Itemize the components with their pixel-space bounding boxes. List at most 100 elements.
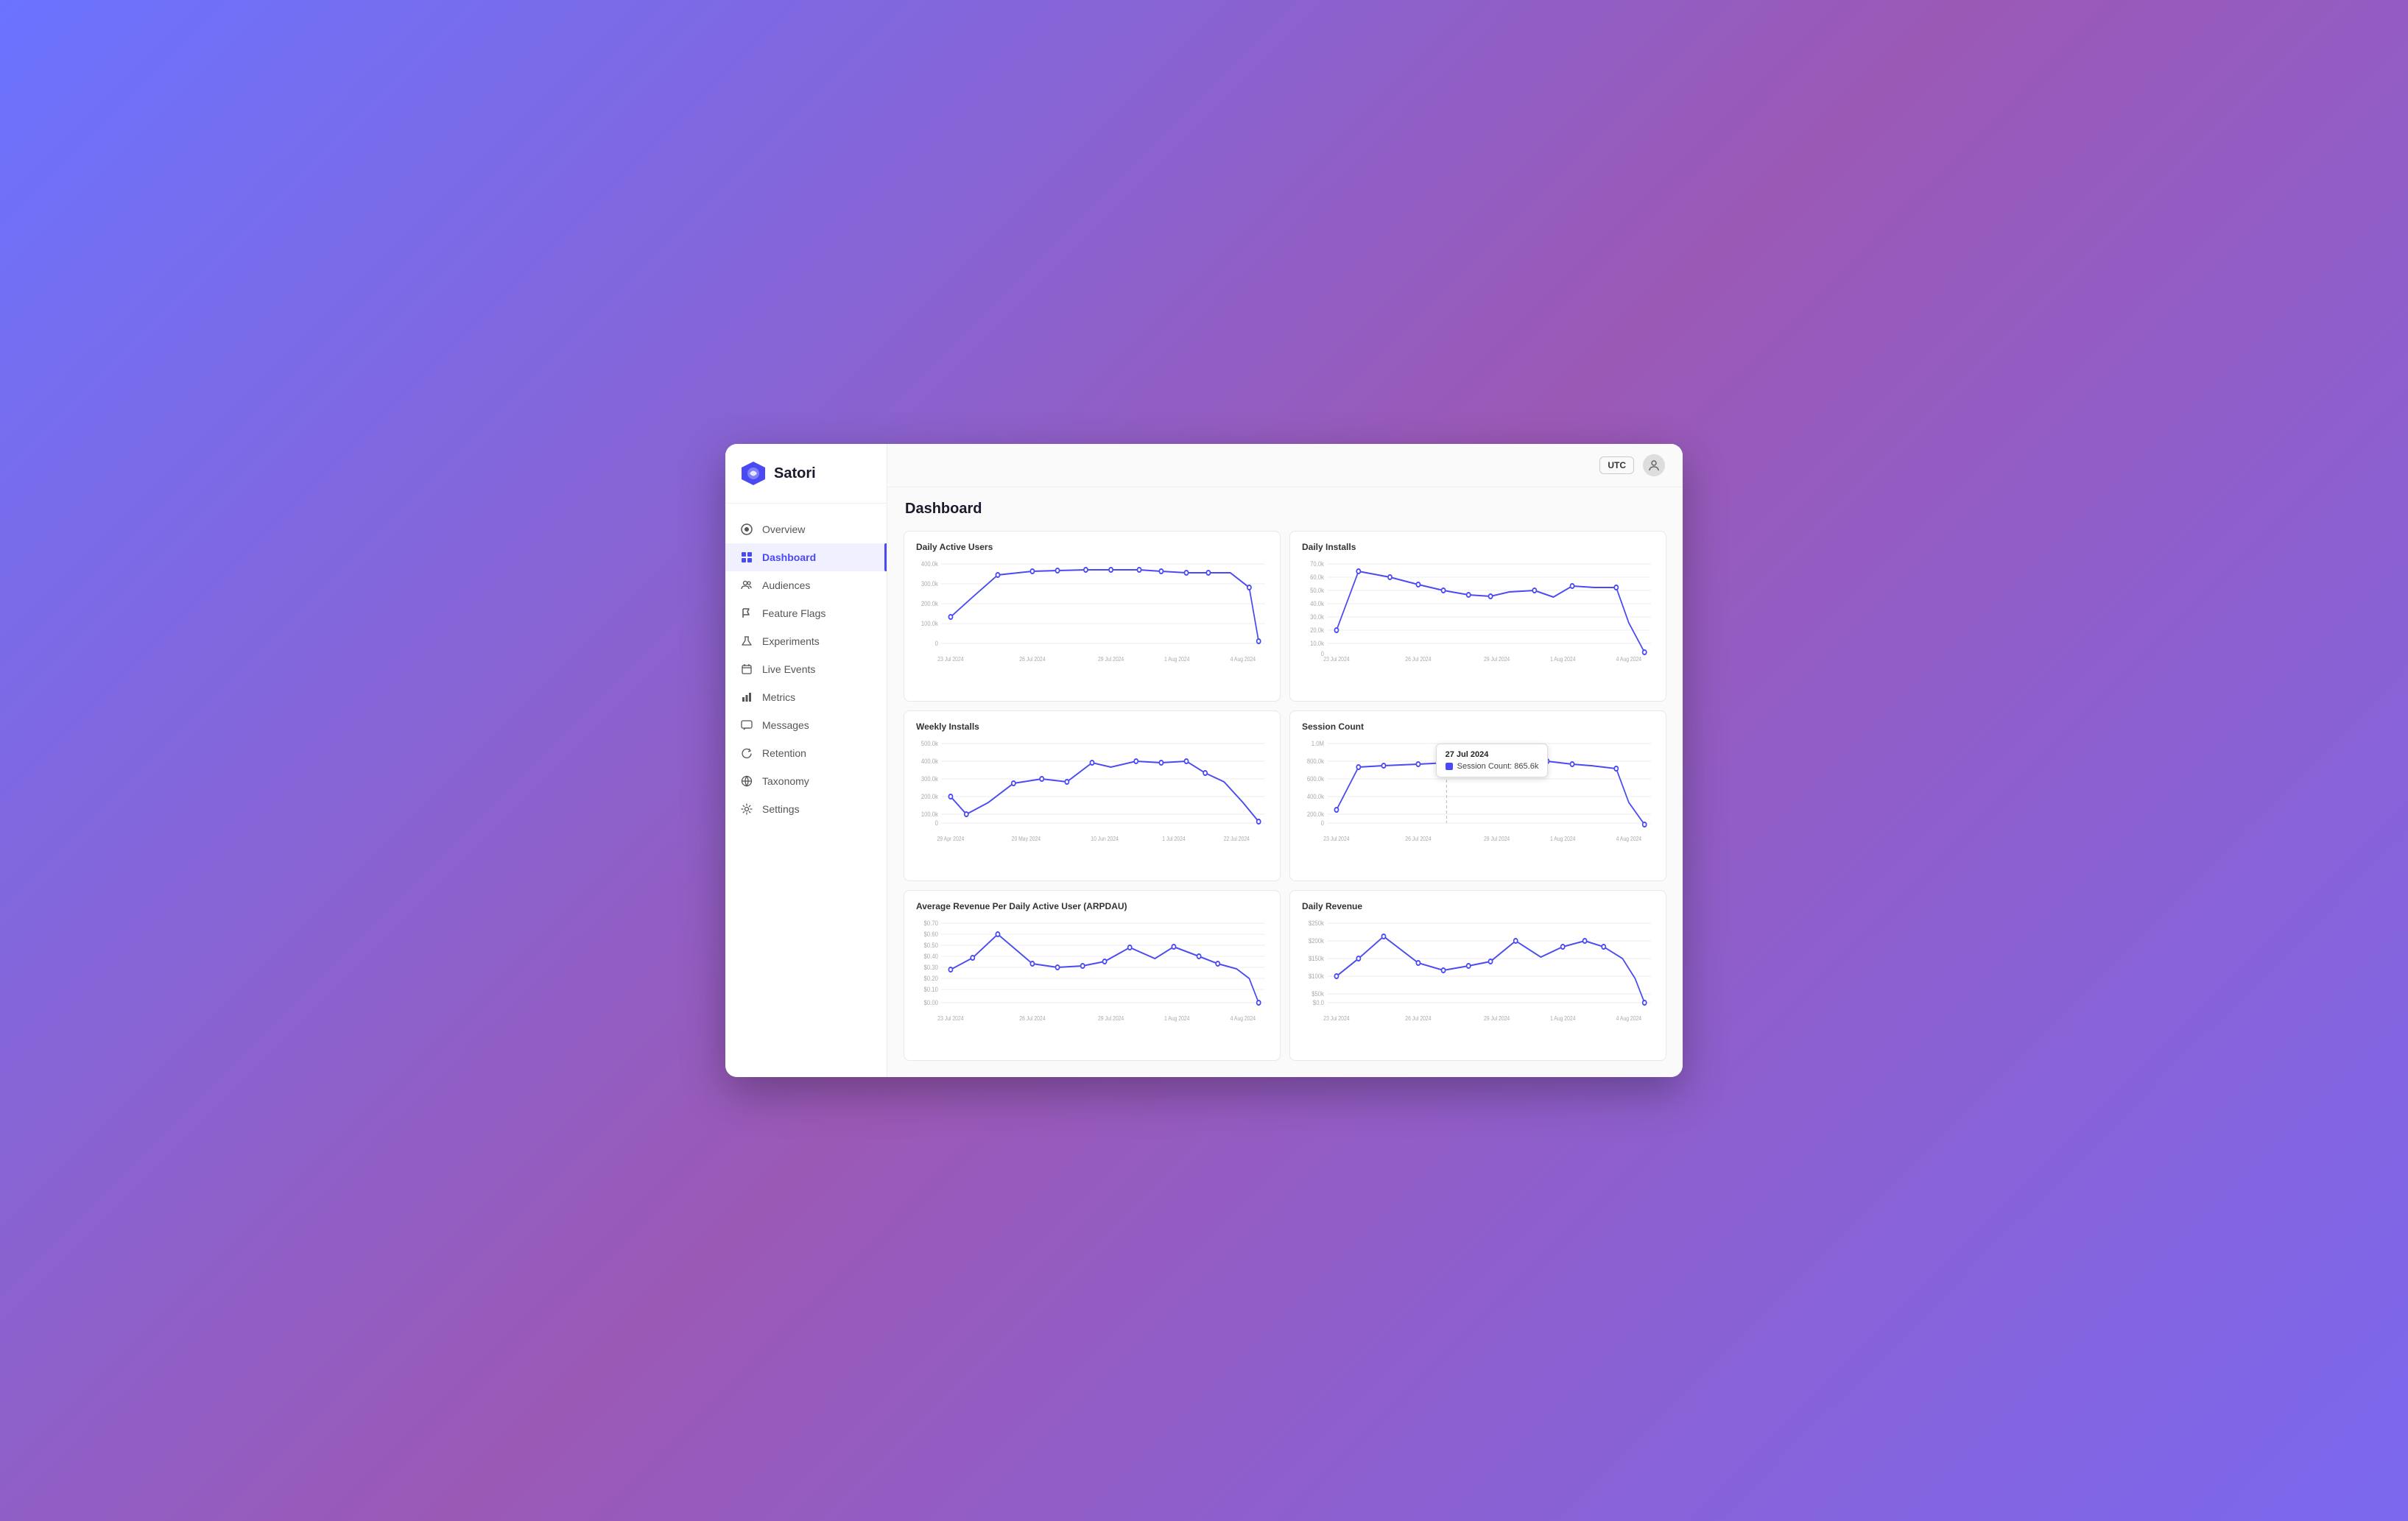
svg-text:29 Jul 2024: 29 Jul 2024 [1098,655,1124,663]
svg-text:22 Jul 2024: 22 Jul 2024 [1224,835,1250,842]
sidebar-item-retention[interactable]: Retention [725,739,887,767]
sidebar-label-audiences: Audiences [762,579,810,591]
chart-area-wi: 500.0k 400.0k 300.0k 200.0k 100.0k 0 29 … [916,736,1268,847]
svg-text:23 Jul 2024: 23 Jul 2024 [1323,1014,1349,1022]
chart-svg-sc: 1.0M 800.0k 600.0k 400.0k 200.0k 0 23 Ju… [1302,736,1654,847]
svg-text:1 Jul 2024: 1 Jul 2024 [1162,835,1185,842]
svg-text:$50k: $50k [1312,989,1324,998]
chart-area-sc: 1.0M 800.0k 600.0k 400.0k 200.0k 0 23 Ju… [1302,736,1654,847]
svg-text:29 Jul 2024: 29 Jul 2024 [1484,835,1510,842]
svg-text:29 Jul 2024: 29 Jul 2024 [1484,1014,1510,1022]
svg-text:400.0k: 400.0k [921,757,939,765]
svg-text:10.0k: 10.0k [1310,639,1325,647]
app-container: Satori Overview Dashboard [725,444,1683,1077]
svg-text:26 Jul 2024: 26 Jul 2024 [1405,835,1431,842]
svg-text:70.0k: 70.0k [1310,560,1325,568]
svg-text:29 Jul 2024: 29 Jul 2024 [1484,655,1510,663]
sidebar-label-feature-flags: Feature Flags [762,607,825,619]
chart-area-dau: 400.0k 300.0k 200.0k 100.0k 0 23 Jul 202… [916,557,1268,667]
sidebar-label-taxonomy: Taxonomy [762,775,809,787]
svg-text:$0.50: $0.50 [924,941,939,949]
svg-text:23 Jul 2024: 23 Jul 2024 [937,655,963,663]
chart-title-arpdau: Average Revenue Per Daily Active User (A… [916,901,1268,911]
svg-text:4 Aug 2024: 4 Aug 2024 [1616,835,1641,842]
chart-arpdau: Average Revenue Per Daily Active User (A… [904,890,1281,1061]
charts-grid: Daily Active Users 400.0k 300.0k 200.0k … [887,526,1683,1077]
messages-icon [740,719,753,732]
chart-daily-installs: Daily Installs 70.0k 60.0k 50.0k 40.0k [1289,531,1666,702]
sidebar: Satori Overview Dashboard [725,444,887,1077]
svg-text:200.0k: 200.0k [1307,810,1325,818]
utc-badge[interactable]: UTC [1599,456,1634,474]
svg-text:29 Apr 2024: 29 Apr 2024 [937,835,965,842]
chart-svg-di: 70.0k 60.0k 50.0k 40.0k 30.0k 20.0k 10.0… [1302,557,1654,667]
svg-text:4 Aug 2024: 4 Aug 2024 [1616,1014,1641,1022]
sidebar-item-live-events[interactable]: Live Events [725,655,887,683]
svg-text:200.0k: 200.0k [921,792,939,800]
chart-svg-dr: $250k $200k $150k $100k $50k $0.0 23 Jul… [1302,916,1654,1026]
sidebar-label-settings: Settings [762,803,800,815]
chart-svg-wi: 500.0k 400.0k 300.0k 200.0k 100.0k 0 29 … [916,736,1268,847]
svg-text:100.0k: 100.0k [921,619,939,627]
topbar: UTC [887,444,1683,487]
logo-area: Satori [725,444,887,504]
svg-text:1 Aug 2024: 1 Aug 2024 [1550,1014,1575,1022]
sidebar-label-dashboard: Dashboard [762,551,816,563]
sidebar-item-audiences[interactable]: Audiences [725,571,887,599]
svg-text:$250k: $250k [1309,919,1325,927]
svg-text:$150k: $150k [1309,954,1325,962]
svg-text:23 Jul 2024: 23 Jul 2024 [1323,835,1349,842]
svg-text:$0.70: $0.70 [924,919,939,927]
sidebar-item-settings[interactable]: Settings [725,795,887,823]
svg-text:26 Jul 2024: 26 Jul 2024 [1019,655,1045,663]
sidebar-item-dashboard[interactable]: Dashboard [725,543,887,571]
svg-text:500.0k: 500.0k [921,739,939,747]
svg-text:23 Jul 2024: 23 Jul 2024 [937,1014,963,1022]
svg-text:1.0M: 1.0M [1312,739,1324,747]
svg-text:$100k: $100k [1309,972,1325,980]
main-content: UTC Dashboard Daily Active Users [887,444,1683,1077]
chart-weekly-installs: Weekly Installs 500.0k 400.0k 300.0k 200… [904,710,1281,881]
app-name: Satori [774,465,816,482]
svg-text:200.0k: 200.0k [921,599,939,607]
sidebar-label-experiments: Experiments [762,635,820,647]
svg-text:50.0k: 50.0k [1310,586,1325,594]
chart-area-dr: $250k $200k $150k $100k $50k $0.0 23 Jul… [1302,916,1654,1026]
svg-text:$0.60: $0.60 [924,930,939,938]
feature-flags-icon [740,607,753,620]
overview-icon [740,523,753,536]
svg-text:100.0k: 100.0k [921,810,939,818]
svg-text:$200k: $200k [1309,936,1325,945]
sidebar-item-messages[interactable]: Messages [725,711,887,739]
chart-area-arpdau: $0.70 $0.60 $0.50 $0.40 $0.30 $0.20 $0.1… [916,916,1268,1026]
svg-text:$0.40: $0.40 [924,952,939,960]
page-title: Dashboard [905,501,1665,518]
sidebar-label-overview: Overview [762,523,805,535]
chart-daily-revenue: Daily Revenue $250k $200k $150k $100k $5… [1289,890,1666,1061]
dashboard-icon [740,551,753,564]
live-events-icon [740,663,753,676]
sidebar-label-retention: Retention [762,747,806,759]
user-avatar[interactable] [1643,454,1665,476]
sidebar-label-live-events: Live Events [762,663,815,675]
sidebar-item-experiments[interactable]: Experiments [725,627,887,655]
sidebar-label-messages: Messages [762,719,809,731]
sidebar-item-taxonomy[interactable]: Taxonomy [725,767,887,795]
svg-text:26 Jul 2024: 26 Jul 2024 [1405,1014,1431,1022]
sidebar-item-overview[interactable]: Overview [725,515,887,543]
chart-title-dau: Daily Active Users [916,542,1268,552]
sidebar-item-metrics[interactable]: Metrics [725,683,887,711]
svg-text:300.0k: 300.0k [921,774,939,783]
svg-text:60.0k: 60.0k [1310,573,1325,581]
chart-session-count: Session Count 1.0M 800.0k 600.0k 400.0k … [1289,710,1666,881]
svg-text:26 Jul 2024: 26 Jul 2024 [1405,655,1431,663]
chart-daily-active-users: Daily Active Users 400.0k 300.0k 200.0k … [904,531,1281,702]
chart-title-dr: Daily Revenue [1302,901,1654,911]
metrics-icon [740,691,753,704]
chart-svg-arpdau: $0.70 $0.60 $0.50 $0.40 $0.30 $0.20 $0.1… [916,916,1268,1026]
sidebar-item-feature-flags[interactable]: Feature Flags [725,599,887,627]
chart-svg-dau: 400.0k 300.0k 200.0k 100.0k 0 23 Jul 202… [916,557,1268,667]
svg-text:800.0k: 800.0k [1307,757,1325,765]
svg-text:$0.00: $0.00 [924,998,939,1006]
chart-title-wi: Weekly Installs [916,721,1268,732]
